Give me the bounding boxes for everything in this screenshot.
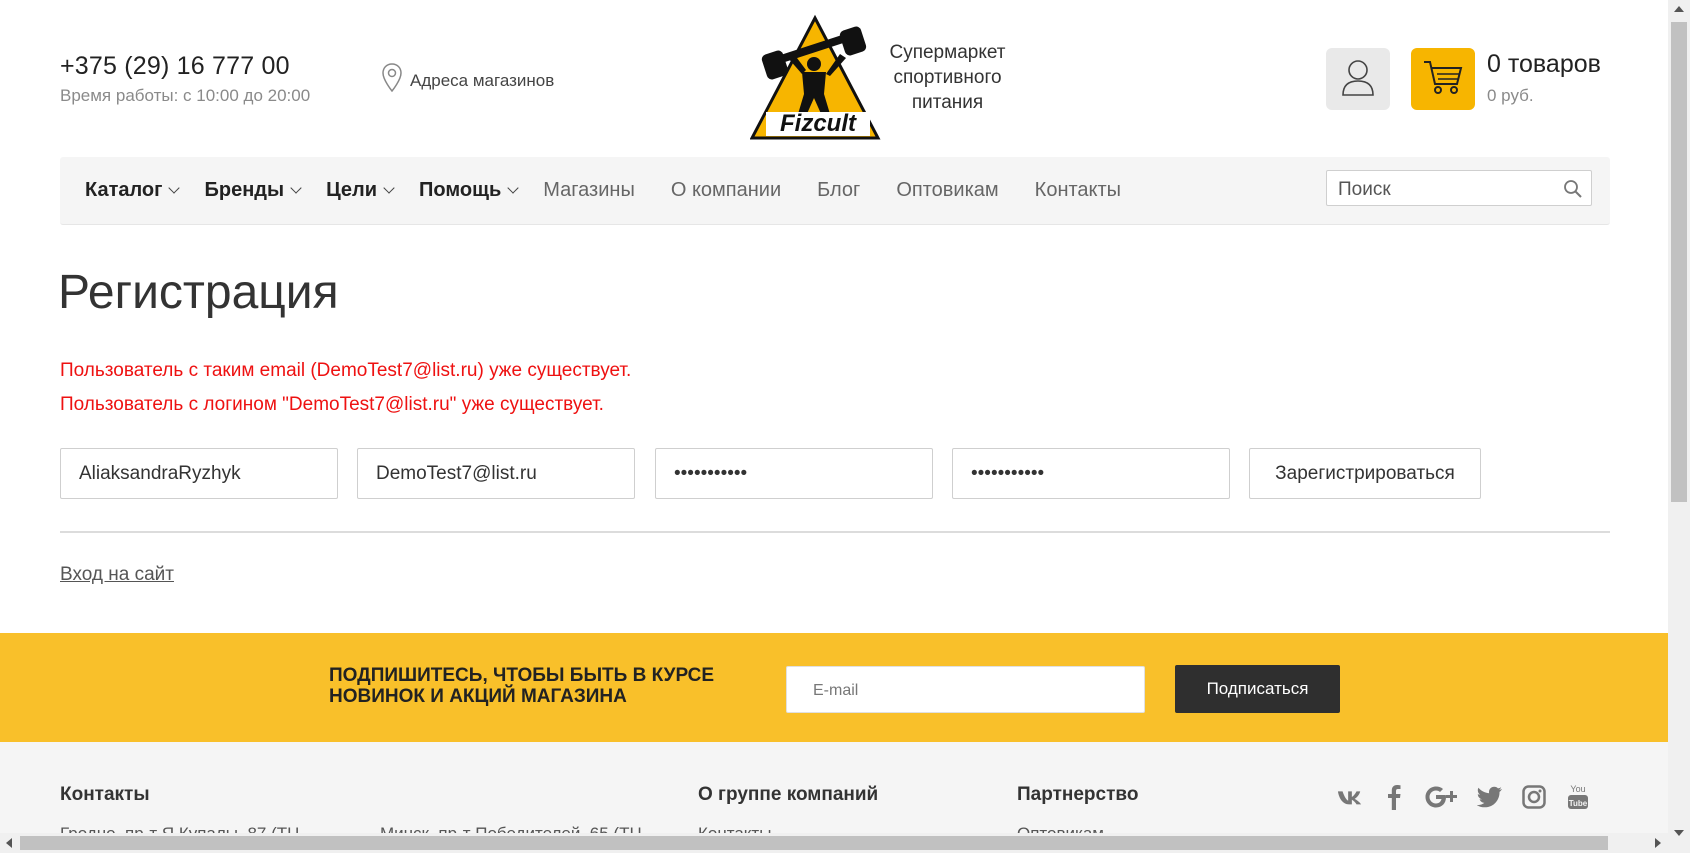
error-message-login: Пользователь с логином "DemoTest7@list.r… <box>60 394 604 415</box>
stores-link[interactable]: Адреса магазинов <box>382 63 554 98</box>
subscribe-email-wrap <box>786 666 1145 713</box>
subscribe-text: ПОДПИШИТЕСЬ, ЧТОБЫ БЫТЬ В КУРСЕ НОВИНОК … <box>329 665 729 707</box>
nav-item-about[interactable]: О компании <box>671 179 781 202</box>
svg-text:You: You <box>1570 784 1585 794</box>
nav-item-wholesale[interactable]: Оптовикам <box>896 179 998 202</box>
cart-total: 0 руб. <box>1487 86 1534 105</box>
login-field-wrap <box>60 448 338 499</box>
error-message-email: Пользователь с таким email (DemoTest7@li… <box>60 360 632 381</box>
scroll-left-arrow-icon[interactable] <box>6 838 12 848</box>
subscribe-email-input[interactable] <box>811 681 1115 701</box>
tagline: Супермаркет спортивного питания <box>889 42 1006 113</box>
vertical-scrollbar-thumb[interactable] <box>1671 22 1687 502</box>
nav-item-catalog[interactable]: Каталог <box>85 179 181 202</box>
location-pin-icon <box>382 63 402 98</box>
subscribe-button[interactable]: Подписаться <box>1175 665 1340 713</box>
cart-count[interactable]: 0 товаров <box>1487 50 1601 79</box>
facebook-icon[interactable] <box>1381 784 1407 810</box>
cart-icon <box>1422 58 1464 101</box>
phone-number[interactable]: +375 (29) 16 777 00 <box>60 52 290 81</box>
search-input[interactable] <box>1336 178 1560 202</box>
nav-item-contacts[interactable]: Контакты <box>1035 179 1121 202</box>
password-field[interactable] <box>672 462 916 486</box>
working-hours: Время работы: с 10:00 до 20:00 <box>60 86 311 105</box>
confirm-password-field[interactable] <box>969 462 1213 486</box>
chevron-down-icon <box>168 182 181 194</box>
subscribe-text-line2: НОВИНОК И АКЦИЙ МАГАЗИНА <box>329 686 627 707</box>
email-field-wrap <box>357 448 635 499</box>
twitter-icon[interactable] <box>1477 784 1503 810</box>
nav-item-goals[interactable]: Цели <box>326 179 395 202</box>
social-links: You Tube <box>1337 784 1591 810</box>
chevron-down-icon <box>383 182 395 194</box>
google-plus-icon[interactable] <box>1425 784 1459 810</box>
nav-item-help[interactable]: Помощь <box>419 179 519 202</box>
vertical-scrollbar[interactable] <box>1668 0 1690 853</box>
main-nav: Каталог Бренды Цели Помощь Магазины О ко… <box>60 157 1610 225</box>
vk-icon[interactable] <box>1337 784 1363 810</box>
chevron-down-icon <box>290 182 302 194</box>
chevron-down-icon <box>507 182 519 194</box>
login-field[interactable] <box>77 462 321 486</box>
cart-button[interactable] <box>1411 48 1475 110</box>
youtube-icon[interactable]: You Tube <box>1565 784 1591 810</box>
scroll-down-arrow-icon[interactable] <box>1674 830 1684 836</box>
horizontal-scrollbar[interactable] <box>0 833 1668 853</box>
login-link[interactable]: Вход на сайт <box>60 564 174 586</box>
subscribe-text-line1: ПОДПИШИТЕСЬ, ЧТОБЫ БЫТЬ В КУРСЕ <box>329 665 715 686</box>
password-field-wrap <box>655 448 933 499</box>
search-icon[interactable] <box>1563 179 1583 204</box>
scroll-up-arrow-icon[interactable] <box>1674 6 1684 12</box>
svg-text:Tube: Tube <box>1569 799 1588 808</box>
subscribe-section: ПОДПИШИТЕСЬ, ЧТОБЫ БЫТЬ В КУРСЕ НОВИНОК … <box>0 633 1668 742</box>
instagram-icon[interactable] <box>1521 784 1547 810</box>
user-account-button[interactable] <box>1326 48 1390 110</box>
footer-contacts-title: Контакты <box>60 784 150 805</box>
page-title: Регистрация <box>58 266 339 319</box>
logo-text: Fizcult <box>780 110 857 137</box>
search-box <box>1326 170 1592 206</box>
user-icon <box>1340 57 1376 102</box>
scroll-right-arrow-icon[interactable] <box>1655 838 1661 848</box>
horizontal-scrollbar-thumb[interactable] <box>20 836 1608 850</box>
nav-item-brands[interactable]: Бренды <box>204 179 302 202</box>
confirm-password-field-wrap <box>952 448 1230 499</box>
divider <box>60 531 1610 533</box>
page: +375 (29) 16 777 00 Время работы: с 10:0… <box>0 0 1668 853</box>
footer-group-title: О группе компаний <box>698 784 879 805</box>
email-field[interactable] <box>374 462 618 486</box>
nav-item-stores[interactable]: Магазины <box>543 179 635 202</box>
register-button[interactable]: Зарегистрироваться <box>1249 448 1481 499</box>
nav-item-blog[interactable]: Блог <box>817 179 860 202</box>
stores-link-label: Адреса магазинов <box>410 70 555 90</box>
footer-partner-title: Партнерство <box>1017 784 1139 805</box>
